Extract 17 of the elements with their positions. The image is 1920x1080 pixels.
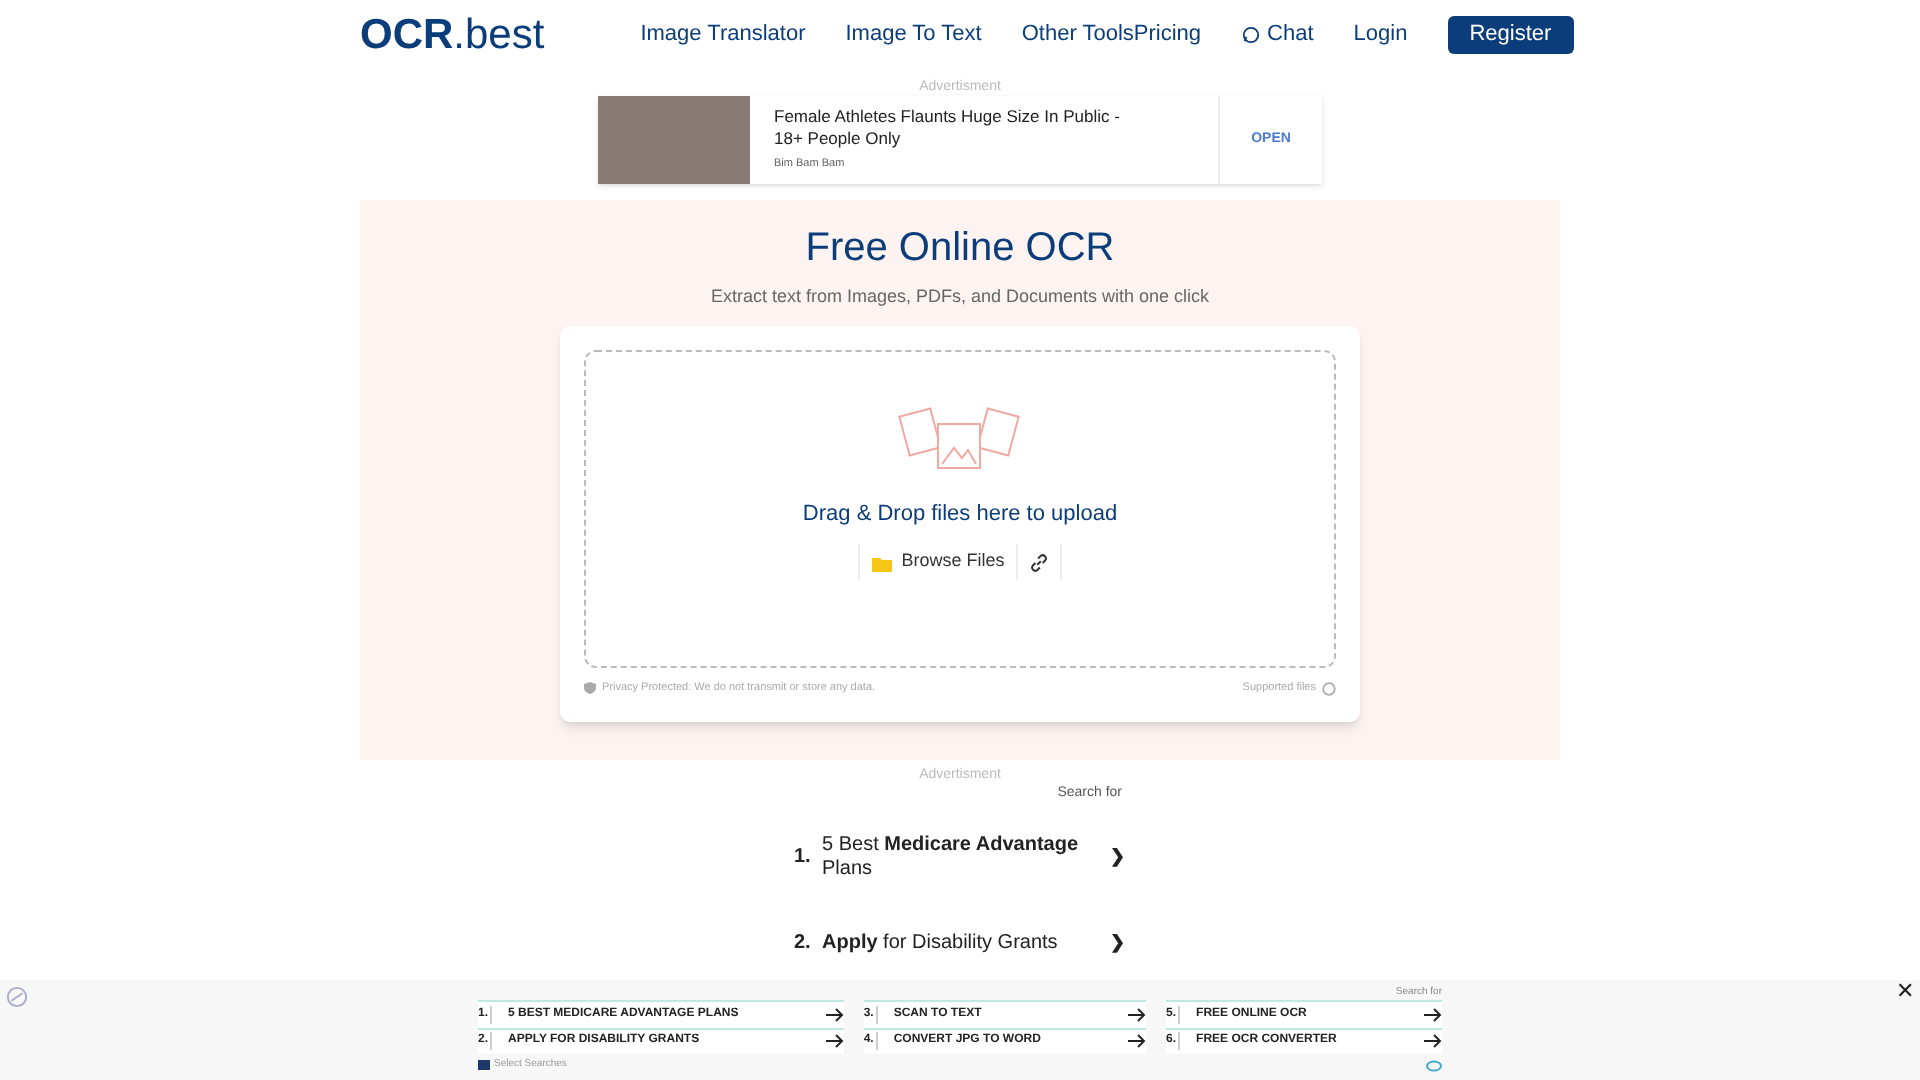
logo[interactable]: OCR.best xyxy=(360,13,545,55)
nav-link[interactable]: Pricing xyxy=(1133,17,1202,51)
page-title: Free Online OCR xyxy=(805,224,1115,272)
browse-files-button[interactable]: Browse Files xyxy=(857,544,1019,580)
subtitle: Extract text from Images, PDFs, and Documents with one click xyxy=(710,284,1210,310)
nav-link[interactable]: Login xyxy=(1353,17,1408,51)
search-result-link[interactable]: 1. 5 Best Medicare Advantage Plans ❯ xyxy=(794,817,1126,897)
nav-link[interactable]: Image Translator xyxy=(640,17,806,51)
drop-instruction: Drag & Drop files here to upload xyxy=(802,499,1118,529)
ad-headline: Female Athletes Flaunts Huge Size In Public - 18+ People Only xyxy=(774,106,1122,151)
register-button[interactable]: Register xyxy=(1447,15,1574,53)
chat-link[interactable]: Chat xyxy=(1241,17,1314,51)
close-button[interactable]: ✕ xyxy=(1896,982,1914,1004)
search-result-link[interactable]: 2. Apply for Disability Grants ❯ xyxy=(794,903,1126,983)
nav-link[interactable]: Image To Text xyxy=(845,17,982,51)
nav-link[interactable]: Other Tools xyxy=(1021,17,1134,51)
drop-zone[interactable]: Drag & Drop files here to upload Browse Files xyxy=(584,349,1336,669)
